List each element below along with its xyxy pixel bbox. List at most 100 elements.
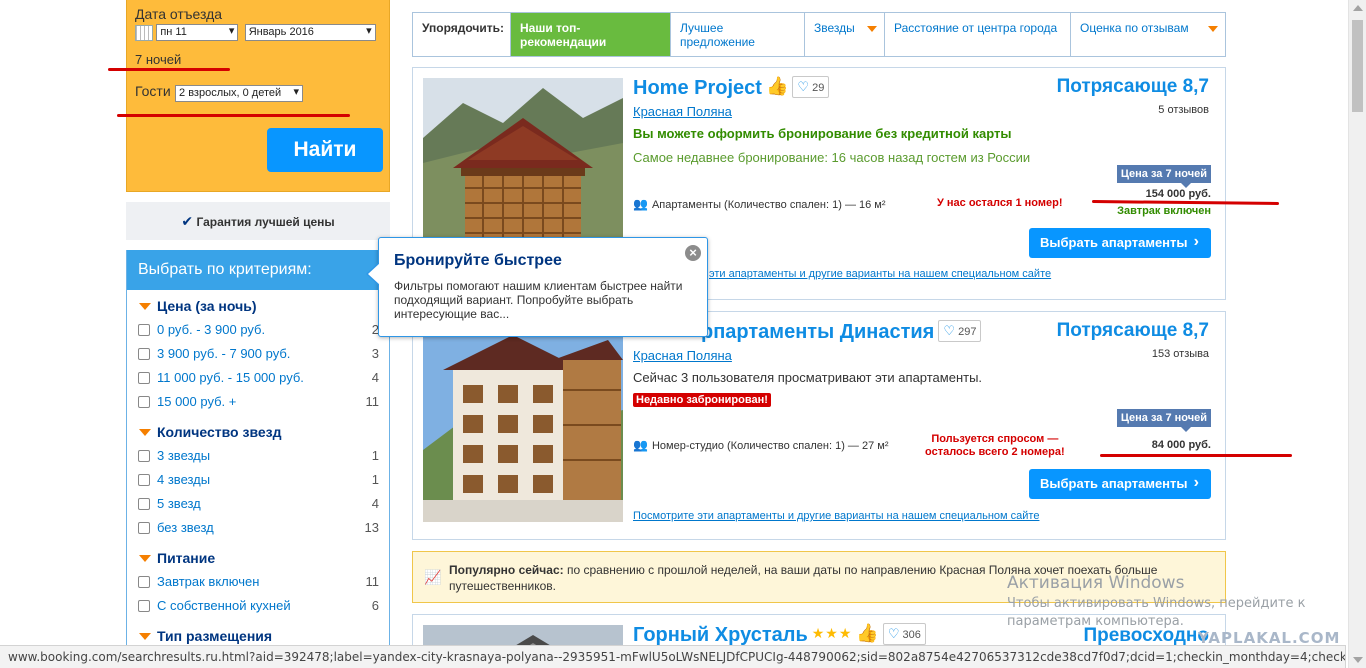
heart-icon: ♡ <box>797 79 810 94</box>
filter-group-title[interactable]: Цена (за ночь) <box>127 294 389 318</box>
hotel-name[interactable]: Горный Хрусталь ★★★ 👍 ♡ 306 <box>633 623 926 647</box>
filter-tip-popup: Бронируйте быстрее Фильтры помогают наши… <box>366 237 708 337</box>
review-count[interactable]: 5 отзывов <box>1158 104 1209 116</box>
checkbox[interactable] <box>138 372 150 384</box>
vertical-scrollbar[interactable] <box>1348 0 1366 668</box>
filter-option-label[interactable]: 0 руб. - 3 900 руб. <box>157 322 265 337</box>
checkbox[interactable] <box>138 498 150 510</box>
room-type: 👥 Апартаменты (Количество спален: 1) — 16… <box>633 197 886 211</box>
hotel-city-link[interactable]: Красная Поляна <box>633 104 732 119</box>
scroll-up-icon[interactable] <box>1353 5 1363 11</box>
chevron-down-icon <box>867 26 877 32</box>
review-count[interactable]: 153 отзыва <box>1152 348 1209 360</box>
room-type-text: Апартаменты (Количество спален: 1) — 16 … <box>651 199 886 211</box>
filter-option[interactable]: 3 900 руб. - 7 900 руб. 3 <box>127 342 389 366</box>
wishlist-button[interactable]: ♡ 297 <box>938 320 982 342</box>
filter-option[interactable]: 3 звезды 1 <box>127 444 389 468</box>
wishlist-button[interactable]: ♡ 29 <box>792 76 830 98</box>
popular-title: Популярно сейчас: <box>449 563 564 577</box>
sort-stars[interactable]: Звезды <box>805 13 885 56</box>
price-label: Цена за 7 ночей <box>1116 165 1211 188</box>
checkbox[interactable] <box>138 450 150 462</box>
filter-option[interactable]: 5 звезд 4 <box>127 492 389 516</box>
filter-group-title[interactable]: Количество звезд <box>127 420 389 444</box>
sort-review-score[interactable]: Оценка по отзывам <box>1071 13 1225 56</box>
thumbs-shield-icon: ✔ <box>181 213 194 229</box>
hotel-photo[interactable] <box>423 330 623 522</box>
filter-option-label[interactable]: С собственной кухней <box>157 598 291 613</box>
checkbox[interactable] <box>138 396 150 408</box>
sort-review-label[interactable]: Оценка по отзывам <box>1080 21 1189 35</box>
filter-option-label[interactable]: без звезд <box>157 520 214 535</box>
filter-option-label[interactable]: Завтрак включен <box>157 574 259 589</box>
sort-distance[interactable]: Расстояние от центра города <box>885 13 1071 56</box>
filter-option-label[interactable]: 3 900 руб. - 7 900 руб. <box>157 346 290 361</box>
sort-top-recommendations[interactable]: Наши топ-рекомендации <box>511 13 671 56</box>
price: 84 000 руб. <box>1151 439 1211 451</box>
annotation-line <box>1100 454 1292 457</box>
wishlist-count: 297 <box>958 326 977 338</box>
filter-option-label[interactable]: 11 000 руб. - 15 000 руб. <box>157 370 304 385</box>
checkbox[interactable] <box>138 600 150 612</box>
filter-option-label[interactable]: 5 звезд <box>157 496 201 511</box>
no-card-message: Вы можете оформить бронирование без кред… <box>633 126 1012 141</box>
chevron-down-icon <box>1208 26 1218 32</box>
sort-best-deal[interactable]: Лучшее предложение <box>671 13 805 56</box>
recently-booked-badge: Недавно забронирован! <box>633 393 771 407</box>
filter-option[interactable]: 0 руб. - 3 900 руб. 2 <box>127 318 389 342</box>
filter-option-count: 11 <box>365 394 380 409</box>
wishlist-button[interactable]: ♡ 306 <box>882 623 926 645</box>
calendar-icon[interactable] <box>135 24 153 41</box>
review-score[interactable]: Потрясающе 8,7 <box>1057 76 1209 98</box>
review-score[interactable]: Потрясающе 8,7 <box>1057 320 1209 342</box>
checkbox[interactable] <box>138 348 150 360</box>
hotel-name-text[interactable]: рпартаменты Династия <box>701 321 934 343</box>
filter-option-count: 4 <box>371 370 379 385</box>
guests-select[interactable]: 2 взрослых, 0 детей <box>175 85 304 102</box>
filter-option[interactable]: 15 000 руб. + 11 <box>127 390 389 414</box>
activation-title: Активация Windows <box>1007 573 1185 593</box>
hotel-name[interactable]: Home Project 👍 ♡ 29 <box>633 76 830 100</box>
see-options-link[interactable]: Посмотрите эти апартаменты и другие вари… <box>633 510 1039 522</box>
filter-option-label[interactable]: 3 звезды <box>157 448 210 463</box>
filter-group-title[interactable]: Питание <box>127 546 389 570</box>
hotel-name-text[interactable]: Home Project <box>633 77 762 99</box>
popup-title: Бронируйте быстрее <box>394 252 562 269</box>
close-icon[interactable]: × <box>685 245 701 261</box>
sort-stars-label[interactable]: Звезды <box>814 21 855 35</box>
filter-option-count: 6 <box>371 598 379 613</box>
filter-option-label[interactable]: 4 звезды <box>157 472 210 487</box>
choose-apartment-button[interactable]: Выбрать апартаменты <box>1029 227 1211 258</box>
breakfast-included: Завтрак включен <box>1117 205 1211 217</box>
filter-option[interactable]: 4 звезды 1 <box>127 468 389 492</box>
filter-option[interactable]: Завтрак включен 11 <box>127 570 389 594</box>
filter-option-count: 13 <box>364 520 379 535</box>
checkbox[interactable] <box>138 324 150 336</box>
checkbox[interactable] <box>138 474 150 486</box>
filter-option[interactable]: 11 000 руб. - 15 000 руб. 4 <box>127 366 389 390</box>
filter-group-stars: Количество звезд 3 звезды 1 4 звезды 1 5 з… <box>127 420 389 540</box>
filter-option[interactable]: С собственной кухней 6 <box>127 594 389 618</box>
filter-option-count: 3 <box>371 346 379 361</box>
best-price-guarantee[interactable]: ✔ Гарантия лучшей цены <box>126 202 390 240</box>
thumbs-up-icon: 👍 <box>856 623 879 643</box>
checkbox[interactable] <box>138 576 150 588</box>
price: 154 000 руб. <box>1145 188 1211 200</box>
price-label: Цена за 7 ночей <box>1116 409 1211 432</box>
checkbox[interactable] <box>138 522 150 534</box>
scroll-down-icon[interactable] <box>1353 657 1363 663</box>
sort-bar: Упорядочить: Наши топ-рекомендации Лучше… <box>412 12 1226 57</box>
checkout-month-select[interactable]: Январь 2016 <box>244 24 376 41</box>
annotation-line <box>108 68 230 71</box>
filter-option[interactable]: без звезд 13 <box>127 516 389 540</box>
choose-apartment-button[interactable]: Выбрать апартаменты <box>1029 468 1211 499</box>
scrollbar-thumb[interactable] <box>1352 20 1363 112</box>
checkout-day-select[interactable]: пн 11 <box>156 24 239 41</box>
hotel-city-link[interactable]: Красная Поляна <box>633 348 732 363</box>
filter-option-label[interactable]: 15 000 руб. + <box>157 394 236 409</box>
see-options-link[interactable]: эти апартаменты и другие варианты на наш… <box>709 268 1051 280</box>
hotel-name-text[interactable]: Горный Хрусталь <box>633 624 808 646</box>
hotel-name[interactable]: рпартаменты Династия ♡ 297 <box>701 320 982 344</box>
find-button[interactable]: Найти <box>267 128 383 172</box>
star-rating-icon: ★★★ <box>811 625 853 641</box>
